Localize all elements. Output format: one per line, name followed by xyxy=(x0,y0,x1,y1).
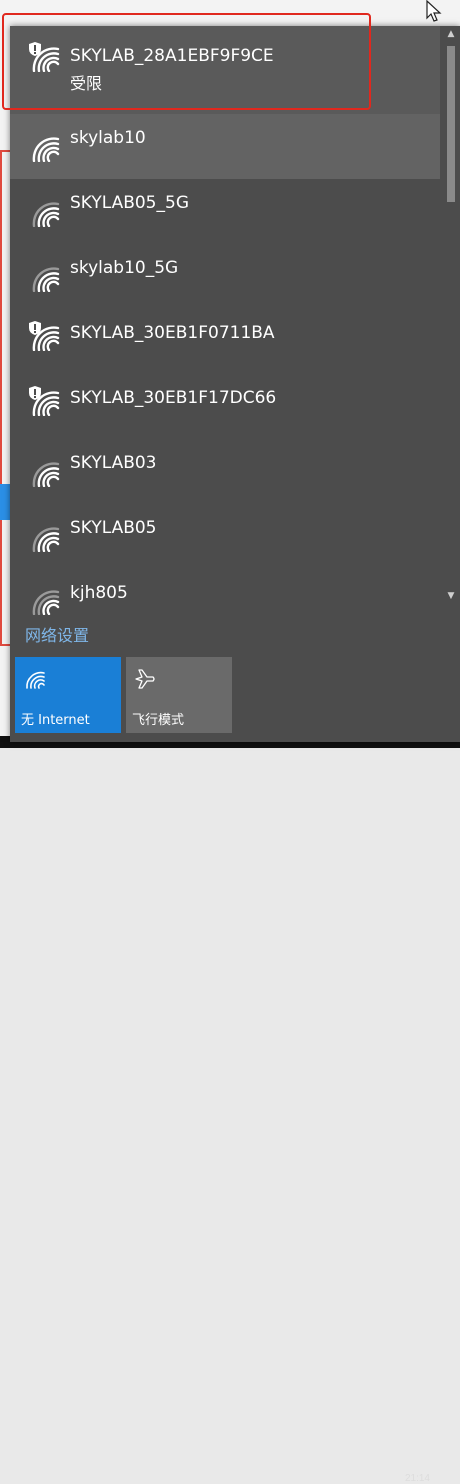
wifi-secured-warning-icon xyxy=(29,321,60,351)
network-item[interactable]: skylab10_5G xyxy=(10,244,440,309)
network-item[interactable]: SKYLAB_30EB1F0711BA xyxy=(10,309,440,374)
taskbar-clock: 21:14 xyxy=(404,1473,430,1484)
network-item[interactable]: SKYLAB03 xyxy=(10,439,440,504)
network-ssid: SKYLAB_30EB1F0711BA xyxy=(70,323,275,343)
network-ssid: SKYLAB05_5G xyxy=(70,193,189,213)
network-ssid: kjh805 xyxy=(70,583,128,603)
network-settings-link[interactable]: 网络设置 xyxy=(25,622,89,646)
network-item[interactable]: SKYLAB_30EB1F17DC66 xyxy=(10,374,440,439)
network-ssid: SKYLAB05 xyxy=(70,518,157,538)
wifi-tile-icon xyxy=(26,671,45,689)
wifi-tile-label: 无 Internet xyxy=(21,713,90,728)
network-ssid: skylab10 xyxy=(70,128,146,148)
scroll-down-arrow-icon[interactable]: ▼ xyxy=(444,588,458,604)
scroll-thumb[interactable] xyxy=(447,46,455,202)
mouse-cursor-icon xyxy=(426,0,442,22)
airplane-mode-label: 飞行模式 xyxy=(132,713,185,728)
wifi-icon xyxy=(32,137,60,162)
wifi-icon xyxy=(32,202,60,227)
wifi-secured-warning-icon xyxy=(29,386,60,416)
wifi-icon xyxy=(32,462,60,487)
scroll-up-arrow-icon[interactable]: ▲ xyxy=(444,26,458,42)
annotation-highlight-box xyxy=(2,13,371,110)
wifi-icon xyxy=(32,590,60,615)
wifi-toggle-tile[interactable]: 无 Internet xyxy=(15,657,121,733)
wifi-icon xyxy=(32,267,60,292)
wifi-flyout: SKYLAB_28A1EBF9F9CE 受限 skylab10 SKYLAB05… xyxy=(2,13,460,742)
network-item[interactable]: skylab10 xyxy=(10,114,440,179)
network-ssid: SKYLAB_30EB1F17DC66 xyxy=(70,388,277,408)
airplane-icon xyxy=(135,669,155,689)
network-item[interactable]: SKYLAB05 xyxy=(10,504,440,569)
wifi-icon xyxy=(32,527,60,552)
airplane-mode-tile[interactable]: 飞行模式 xyxy=(126,657,232,733)
network-item[interactable]: SKYLAB05_5G xyxy=(10,179,440,244)
network-ssid: skylab10_5G xyxy=(70,258,179,278)
scrollbar[interactable]: ▲ ▼ xyxy=(444,26,458,604)
network-ssid: SKYLAB03 xyxy=(70,453,157,473)
